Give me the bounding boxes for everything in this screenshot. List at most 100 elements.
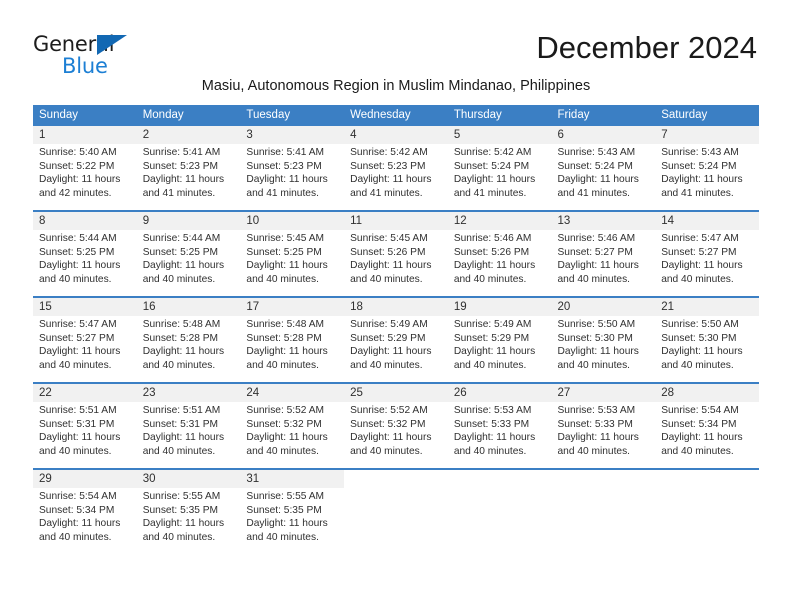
day-number[interactable]: 28 (655, 382, 759, 402)
triangle-icon (97, 35, 127, 55)
day-number[interactable]: 18 (344, 296, 448, 316)
day-daylight-1-text: Daylight: 11 hours (350, 346, 432, 358)
day-daylight-1-text: Daylight: 11 hours (39, 346, 121, 358)
weekday-header-saturday: Saturday (655, 105, 759, 126)
day-cell[interactable]: Sunrise: 5:48 AM Sunset: 5:28 PM Daylight:… (136, 316, 241, 383)
day-sunrise-text: Sunrise: 5:42 AM (453, 147, 532, 158)
day-daylight-1-text: Daylight: 11 hours (350, 432, 432, 444)
day-number[interactable]: 24 (240, 382, 345, 402)
weekday-header-friday: Friday (551, 105, 656, 126)
day-cell[interactable]: Sunrise: 5:49 AM Sunset: 5:29 PM Daylight:… (447, 316, 552, 383)
day-cell[interactable]: Sunrise: 5:45 AM Sunset: 5:25 PM Daylight:… (240, 230, 345, 297)
day-cell[interactable]: Sunrise: 5:45 AM Sunset: 5:26 PM Daylight:… (344, 230, 448, 297)
day-sunset-text: Sunset: 5:32 PM (350, 418, 426, 430)
day-cell[interactable]: Sunrise: 5:41 AM Sunset: 5:23 PM Daylight:… (240, 144, 345, 211)
day-cell[interactable]: Sunrise: 5:47 AM Sunset: 5:27 PM Daylight:… (33, 316, 137, 383)
calendar-empty-cell (447, 488, 552, 554)
day-cell[interactable]: Sunrise: 5:54 AM Sunset: 5:34 PM Daylight:… (33, 488, 137, 554)
day-number[interactable]: 17 (240, 296, 345, 316)
day-sunrise-text: Sunrise: 5:49 AM (350, 319, 428, 330)
day-number[interactable]: 8 (33, 210, 137, 230)
day-number[interactable]: 15 (33, 296, 137, 316)
day-cell[interactable]: Sunrise: 5:42 AM Sunset: 5:24 PM Daylight:… (447, 144, 552, 211)
day-cell[interactable]: Sunrise: 5:41 AM Sunset: 5:23 PM Daylight:… (136, 144, 241, 211)
day-daylight-1-text: Daylight: 11 hours (39, 518, 121, 530)
day-sunset-text: Sunset: 5:33 PM (557, 418, 633, 430)
day-number[interactable]: 26 (447, 382, 552, 402)
day-sunset-text: Sunset: 5:30 PM (661, 332, 737, 344)
day-sunset-text: Sunset: 5:31 PM (39, 418, 115, 430)
day-number[interactable]: 31 (240, 468, 345, 488)
day-sunrise-text: Sunrise: 5:55 AM (246, 491, 324, 502)
day-cell[interactable]: Sunrise: 5:52 AM Sunset: 5:32 PM Daylight:… (344, 402, 448, 469)
day-daylight-1-text: Daylight: 11 hours (39, 260, 121, 272)
day-daylight-1-text: Daylight: 11 hours (246, 260, 328, 272)
day-number[interactable]: 11 (344, 210, 448, 230)
day-cell[interactable]: Sunrise: 5:53 AM Sunset: 5:33 PM Daylight:… (551, 402, 656, 469)
day-number[interactable]: 3 (240, 126, 345, 144)
day-number[interactable]: 16 (136, 296, 241, 316)
calendar-empty-cell (447, 468, 552, 488)
day-sunrise-text: Sunrise: 5:48 AM (246, 319, 324, 330)
day-cell[interactable]: Sunrise: 5:52 AM Sunset: 5:32 PM Daylight:… (240, 402, 345, 469)
day-cell[interactable]: Sunrise: 5:50 AM Sunset: 5:30 PM Daylight:… (551, 316, 656, 383)
day-number[interactable]: 20 (551, 296, 656, 316)
day-sunrise-text: Sunrise: 5:43 AM (661, 147, 739, 158)
calendar-table: Sunday Monday Tuesday Wednesday Thursday… (33, 105, 759, 554)
day-number[interactable]: 2 (136, 126, 241, 144)
day-cell[interactable]: Sunrise: 5:46 AM Sunset: 5:27 PM Daylight:… (551, 230, 656, 297)
day-sunrise-text: Sunrise: 5:51 AM (39, 405, 117, 416)
day-cell[interactable]: Sunrise: 5:48 AM Sunset: 5:28 PM Daylight:… (240, 316, 345, 383)
day-cell[interactable]: Sunrise: 5:54 AM Sunset: 5:34 PM Daylight:… (655, 402, 759, 469)
day-number[interactable]: 14 (655, 210, 759, 230)
day-cell[interactable]: Sunrise: 5:43 AM Sunset: 5:24 PM Daylight:… (655, 144, 759, 211)
calendar-empty-cell (551, 468, 656, 488)
calendar-week-details: Sunrise: 5:44 AM Sunset: 5:25 PM Daylight:… (33, 230, 759, 297)
day-cell[interactable]: Sunrise: 5:44 AM Sunset: 5:25 PM Daylight:… (33, 230, 137, 297)
day-number[interactable]: 9 (136, 210, 241, 230)
day-sunset-text: Sunset: 5:34 PM (39, 504, 115, 516)
day-cell[interactable]: Sunrise: 5:46 AM Sunset: 5:26 PM Daylight:… (447, 230, 552, 297)
day-number[interactable]: 4 (344, 126, 448, 144)
day-number[interactable]: 19 (447, 296, 552, 316)
day-number[interactable]: 5 (447, 126, 552, 144)
day-daylight-2-text: and 40 minutes. (246, 273, 319, 285)
day-number[interactable]: 13 (551, 210, 656, 230)
day-cell[interactable]: Sunrise: 5:49 AM Sunset: 5:29 PM Daylight:… (344, 316, 448, 383)
day-cell[interactable]: Sunrise: 5:51 AM Sunset: 5:31 PM Daylight:… (33, 402, 137, 469)
day-cell[interactable]: Sunrise: 5:55 AM Sunset: 5:35 PM Daylight:… (240, 488, 345, 554)
day-cell[interactable]: Sunrise: 5:55 AM Sunset: 5:35 PM Daylight:… (136, 488, 241, 554)
day-number[interactable]: 10 (240, 210, 345, 230)
day-cell[interactable]: Sunrise: 5:51 AM Sunset: 5:31 PM Daylight:… (136, 402, 241, 469)
day-sunset-text: Sunset: 5:29 PM (453, 332, 530, 344)
day-sunrise-text: Sunrise: 5:46 AM (557, 233, 636, 244)
day-number[interactable]: 7 (655, 126, 759, 144)
day-number[interactable]: 1 (33, 126, 137, 144)
calendar-week-daynumbers: 1234567 (33, 126, 759, 144)
day-cell[interactable]: Sunrise: 5:50 AM Sunset: 5:30 PM Daylight:… (655, 316, 759, 383)
day-cell[interactable]: Sunrise: 5:53 AM Sunset: 5:33 PM Daylight:… (447, 402, 552, 469)
day-sunrise-text: Sunrise: 5:52 AM (350, 405, 428, 416)
day-number[interactable]: 21 (655, 296, 759, 316)
day-number[interactable]: 30 (136, 468, 241, 488)
day-daylight-2-text: and 40 minutes. (39, 445, 112, 457)
day-cell[interactable]: Sunrise: 5:42 AM Sunset: 5:23 PM Daylight:… (344, 144, 448, 211)
generalblue-logo[interactable]: General Blue (33, 33, 163, 79)
day-number[interactable]: 29 (33, 468, 137, 488)
day-daylight-1-text: Daylight: 11 hours (39, 174, 121, 186)
day-daylight-1-text: Daylight: 11 hours (246, 518, 328, 530)
day-sunset-text: Sunset: 5:27 PM (39, 332, 115, 344)
day-number[interactable]: 22 (33, 382, 137, 402)
day-number[interactable]: 12 (447, 210, 552, 230)
day-cell[interactable]: Sunrise: 5:47 AM Sunset: 5:27 PM Daylight:… (655, 230, 759, 297)
day-cell[interactable]: Sunrise: 5:44 AM Sunset: 5:25 PM Daylight:… (136, 230, 241, 297)
day-daylight-2-text: and 41 minutes. (557, 187, 631, 199)
day-cell[interactable]: Sunrise: 5:40 AM Sunset: 5:22 PM Daylight:… (33, 144, 137, 211)
day-cell[interactable]: Sunrise: 5:43 AM Sunset: 5:24 PM Daylight:… (551, 144, 656, 211)
day-sunset-text: Sunset: 5:26 PM (350, 246, 426, 258)
day-number[interactable]: 27 (551, 382, 656, 402)
day-number[interactable]: 6 (551, 126, 656, 144)
page-title: December 2024 (536, 30, 757, 65)
day-number[interactable]: 25 (344, 382, 448, 402)
day-number[interactable]: 23 (136, 382, 241, 402)
